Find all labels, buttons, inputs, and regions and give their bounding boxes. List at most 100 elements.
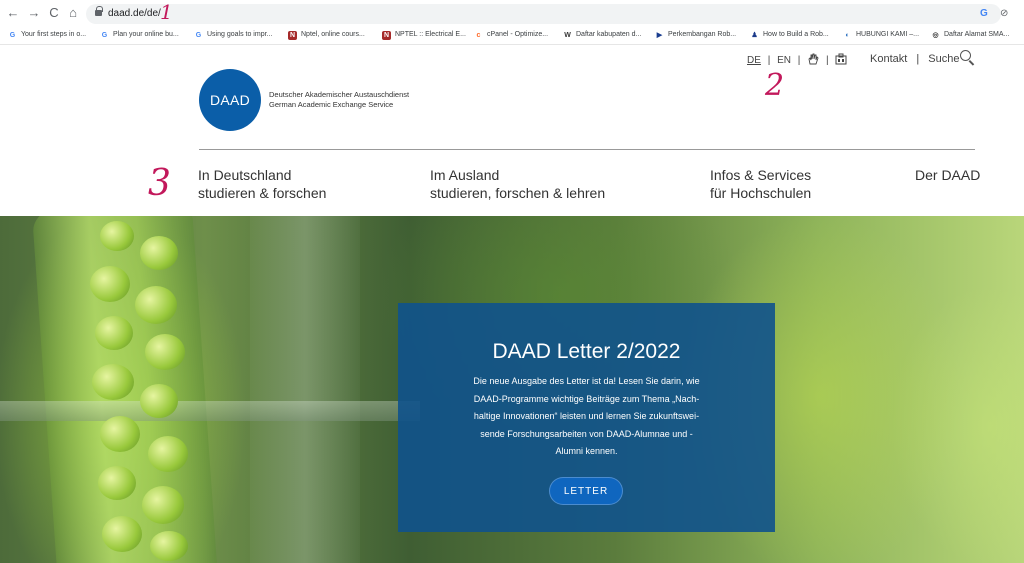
teaser-line: haltige Innovationen“ leisten und lernen…: [473, 411, 700, 421]
bookmark-item[interactable]: G Plan your online bu...: [100, 29, 179, 41]
algae-bead: [135, 286, 177, 324]
bookmark-label: Daftar kabupaten d...: [576, 31, 642, 38]
google-icon: G: [9, 32, 16, 39]
nav-label-line1: In Deutschland: [198, 167, 292, 183]
teaser-line: sende Forschungsarbeiten von DAAD-Alumna…: [480, 428, 693, 439]
nav-in-deutschland[interactable]: In Deutschland studieren & forschen: [198, 166, 326, 202]
lock-icon: [95, 6, 103, 17]
bookmark-label: Daftar Alamat SMA...: [944, 31, 1010, 38]
bookmark-item[interactable]: G Using goals to impr...: [194, 29, 273, 41]
org-name-de: Deutscher Akademischer Austauschdienst: [269, 90, 410, 99]
address-row: ← → C ⌂ daad.de/de/ G ⊘: [0, 0, 1024, 27]
google-icon[interactable]: G: [980, 8, 988, 19]
nptel-icon: N: [288, 31, 297, 40]
bookmarks-bar: G Your first steps in o... G Plan your onl…: [0, 27, 1024, 43]
address-bar[interactable]: daad.de/de/ G ⊘: [86, 4, 1008, 24]
cpanel-icon: c: [476, 32, 481, 39]
algae-bead: [92, 364, 134, 400]
tracking-off-icon[interactable]: ⊘: [1000, 8, 1008, 19]
nav-label-line1: Im Ausland: [430, 167, 500, 183]
wikipedia-icon: W: [564, 32, 571, 39]
google-icon: G: [101, 32, 108, 39]
contact-link[interactable]: Kontakt: [870, 53, 907, 65]
easy-language-icon[interactable]: [835, 53, 847, 65]
bookmark-label: Plan your online bu...: [113, 31, 179, 38]
bookmark-item[interactable]: W Daftar kabupaten d...: [563, 29, 641, 41]
nav-label-line1: Infos & Services: [710, 167, 812, 183]
separator: |: [767, 55, 771, 66]
lang-en-link[interactable]: EN: [777, 55, 791, 66]
header-divider: [199, 149, 975, 150]
nptel-icon: N: [382, 31, 391, 40]
algae-bead: [150, 531, 188, 561]
search-link[interactable]: Suche: [928, 53, 959, 65]
separator: |: [916, 53, 920, 65]
daad-logo[interactable]: DAAD: [199, 69, 261, 131]
algae-bead: [98, 466, 136, 500]
play-icon: ▶: [656, 32, 663, 39]
annotation-3: 3: [148, 163, 171, 204]
bookmark-item[interactable]: ◎ Daftar Alamat SMA...: [931, 29, 1009, 41]
bookmark-item[interactable]: c cPanel - Optimize...: [474, 29, 549, 41]
nav-label-line2: studieren, forschen & lehren: [430, 185, 606, 201]
algae-bead: [90, 266, 130, 302]
bookmark-label: How to Build a Rob...: [763, 31, 829, 38]
url-text[interactable]: daad.de/de/: [108, 8, 161, 19]
nav-infos-services[interactable]: Infos & Services für Hochschulen: [710, 166, 811, 202]
lang-de-link[interactable]: DE: [747, 55, 761, 66]
bookmark-item[interactable]: G Your first steps in o...: [8, 29, 86, 41]
algae-bead: [145, 334, 185, 370]
bookmark-item[interactable]: ▶ Perkembangan Rob...: [655, 29, 736, 41]
nav-label-line2: studieren & forschen: [198, 185, 327, 201]
bookmark-label: cPanel - Optimize...: [487, 31, 549, 38]
teaser-line: Die neue Ausgabe des Letter ist da! Lese…: [473, 376, 700, 386]
bookmark-item[interactable]: N NPTEL :: Electrical E...: [382, 29, 466, 41]
teaser-title: DAAD Letter 2/2022: [492, 340, 681, 363]
annotation-2: 2: [765, 68, 785, 103]
reload-icon[interactable]: C: [47, 6, 61, 20]
chrome-divider: [0, 44, 1024, 45]
utility-nav: Kontakt | Suche: [870, 53, 960, 65]
algae-bead: [100, 416, 140, 452]
algae-bead: [148, 436, 188, 472]
algae-bead: [95, 316, 133, 350]
robot-icon: ♟: [751, 32, 758, 39]
google-icon: G: [195, 32, 202, 39]
algae-bead: [102, 516, 142, 552]
back-icon[interactable]: ←: [6, 6, 20, 20]
teaser-line: Alumni kennen.: [555, 446, 618, 456]
algae-bead: [140, 384, 178, 418]
hand-sign-language-icon[interactable]: [807, 53, 819, 65]
nav-im-ausland[interactable]: Im Ausland studieren, forschen & lehren: [430, 166, 605, 202]
nav-label-line1: Der DAAD: [915, 167, 981, 183]
org-name: Deutscher Akademischer Austauschdienst G…: [269, 90, 409, 110]
letter-button[interactable]: LETTER: [549, 477, 623, 505]
separator: |: [825, 55, 829, 66]
bookmark-item[interactable]: ◐ HUBUNGI KAMI –...: [843, 29, 919, 41]
globe-icon: ◐: [845, 32, 850, 39]
glass-rod-image: [0, 401, 420, 421]
bookmark-label: HUBUNGI KAMI –...: [856, 31, 920, 38]
search-icon[interactable]: [960, 50, 971, 61]
language-switcher: DE | EN | |: [747, 53, 847, 66]
bookmark-label: Your first steps in o...: [21, 31, 87, 38]
teaser-body: Die neue Ausgabe des Letter ist da! Lese…: [450, 373, 723, 461]
bookmark-label: NPTEL :: Electrical E...: [395, 31, 466, 38]
home-icon[interactable]: ⌂: [66, 6, 80, 20]
nav-label-line2: für Hochschulen: [710, 185, 812, 201]
bookmark-label: Nptel, online cours...: [301, 31, 365, 38]
bookmark-item[interactable]: ♟ How to Build a Rob...: [750, 29, 829, 41]
algae-bead: [142, 486, 184, 524]
teaser-line: DAAD-Programme wichtige Beiträge zum The…: [473, 393, 700, 404]
world-icon: ◎: [932, 32, 939, 39]
bookmark-item[interactable]: N Nptel, online cours...: [288, 29, 365, 41]
annotation-1: 1: [160, 0, 173, 24]
bookmark-label: Using goals to impr...: [207, 31, 273, 38]
forward-icon[interactable]: →: [27, 6, 41, 20]
browser-chrome: ← → C ⌂ daad.de/de/ G ⊘ G Your first step…: [0, 0, 1024, 45]
nav-der-daad[interactable]: Der DAAD: [915, 166, 980, 184]
bookmark-label: Perkembangan Rob...: [668, 31, 737, 38]
glass-tube-image: [250, 216, 360, 563]
algae-bead: [100, 221, 134, 251]
teaser-card: DAAD Letter 2/2022 Die neue Ausgabe des …: [398, 303, 775, 532]
